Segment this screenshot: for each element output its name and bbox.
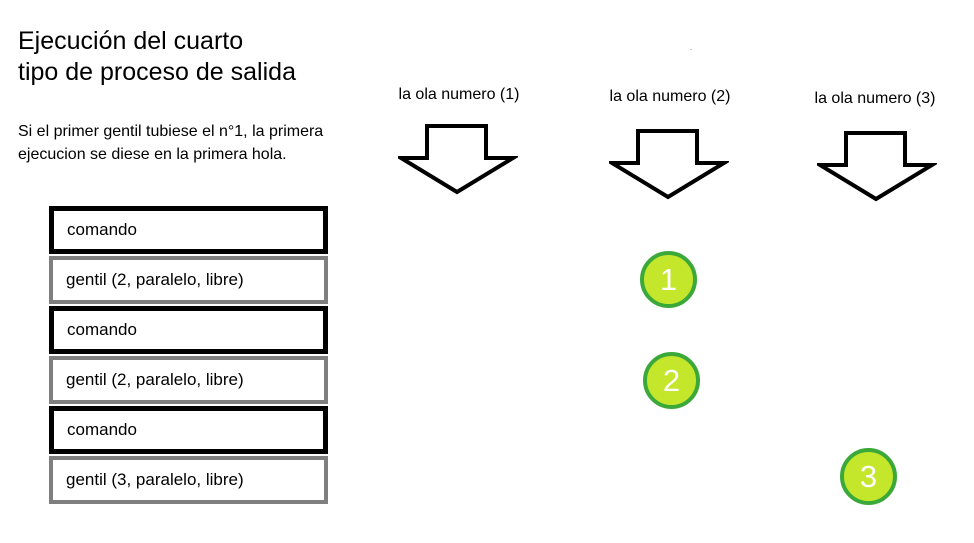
gentil-block: gentil (2, paralelo, libre) <box>49 256 328 304</box>
marker-1: 1 <box>640 251 697 308</box>
description-line-2: ejecucion se diese en la primera hola. <box>18 146 287 163</box>
gentil-label: gentil (3, paralelo, libre) <box>66 470 244 489</box>
title-line-2: tipo de proceso de salida <box>18 58 296 86</box>
comando-block: comando <box>49 406 328 454</box>
wave-label-1: la ola numero (1) <box>398 86 520 103</box>
comando-block: comando <box>49 206 328 254</box>
gentil-label: gentil (2, paralelo, libre) <box>66 270 244 289</box>
description-line-1: Si el primer gentil tubiese el n°1, la p… <box>18 123 324 140</box>
gentil-label: gentil (2, paralelo, libre) <box>66 370 244 389</box>
arrow-down-outline-icon <box>398 124 518 195</box>
wave-label-3: la ola numero (3) <box>814 90 936 107</box>
diagram-description: Si el primer gentil tubiese el n°1, la p… <box>18 120 323 166</box>
comando-label: comando <box>67 420 137 439</box>
arrow-down-outline-icon <box>609 129 729 200</box>
comando-block: comando <box>49 306 328 354</box>
gentil-block: gentil (2, paralelo, libre) <box>49 356 328 404</box>
comando-label: comando <box>67 320 137 339</box>
gentil-block: gentil (3, paralelo, libre) <box>49 456 328 504</box>
diagram-title: Ejecución del cuarto tipo de proceso de … <box>18 26 296 88</box>
stray-pixel <box>690 49 692 50</box>
arrow-down-outline-icon <box>817 131 937 202</box>
wave-label-2: la ola numero (2) <box>609 88 731 105</box>
comando-label: comando <box>67 220 137 239</box>
marker-3: 3 <box>840 448 897 505</box>
title-line-1: Ejecución del cuarto <box>18 27 244 55</box>
marker-2: 2 <box>643 352 700 409</box>
